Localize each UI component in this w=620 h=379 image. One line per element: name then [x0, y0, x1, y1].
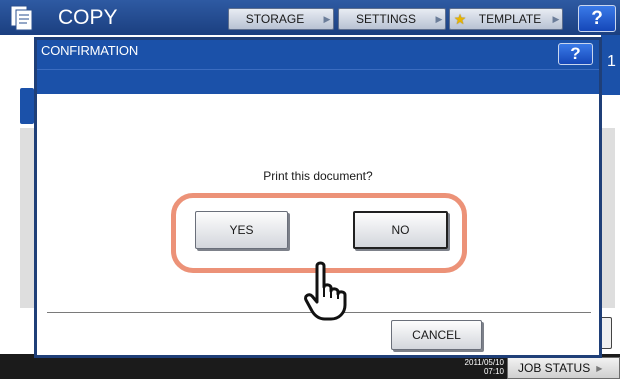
- date-text: 2011/05/10: [464, 358, 504, 367]
- background-tab: [20, 88, 34, 124]
- cancel-button[interactable]: CANCEL: [391, 320, 482, 350]
- background-page-number: 1: [607, 53, 616, 70]
- arrow-right-icon: ▶: [435, 13, 443, 24]
- star-icon: ★: [453, 10, 467, 27]
- time-text: 07:10: [483, 367, 504, 376]
- settings-button[interactable]: SETTINGS ▶: [338, 8, 446, 30]
- help-button[interactable]: ?: [578, 5, 616, 32]
- no-button[interactable]: NO: [353, 211, 448, 249]
- arrow-right-icon: ▶: [323, 13, 331, 24]
- storage-button-label: STORAGE: [245, 12, 305, 26]
- template-button-label: TEMPLATE: [478, 12, 542, 26]
- background-panel-right: [601, 128, 615, 308]
- job-status-button[interactable]: JOB STATUS ▶: [507, 357, 620, 379]
- copy-app-icon: [6, 5, 38, 31]
- app-title: COPY: [58, 6, 118, 29]
- arrow-right-icon: ▶: [552, 13, 560, 24]
- confirmation-dialog: CONFIRMATION ? Print this document? YES …: [34, 37, 602, 358]
- background-panel-left: [20, 128, 34, 308]
- dialog-help-button[interactable]: ?: [558, 43, 593, 65]
- dialog-header-divider: [37, 69, 599, 70]
- settings-button-label: SETTINGS: [355, 12, 416, 26]
- template-button[interactable]: ★ TEMPLATE ▶: [449, 8, 563, 30]
- dialog-title: CONFIRMATION: [41, 43, 139, 58]
- storage-button[interactable]: STORAGE ▶: [228, 8, 334, 30]
- date-time: 2011/05/10 07:10: [440, 358, 504, 376]
- job-status-label: JOB STATUS: [518, 361, 591, 375]
- dialog-message: Print this document?: [263, 169, 373, 183]
- yes-button[interactable]: YES: [195, 211, 288, 249]
- pointing-hand-icon: [303, 260, 355, 322]
- arrow-right-icon: ▶: [596, 363, 603, 373]
